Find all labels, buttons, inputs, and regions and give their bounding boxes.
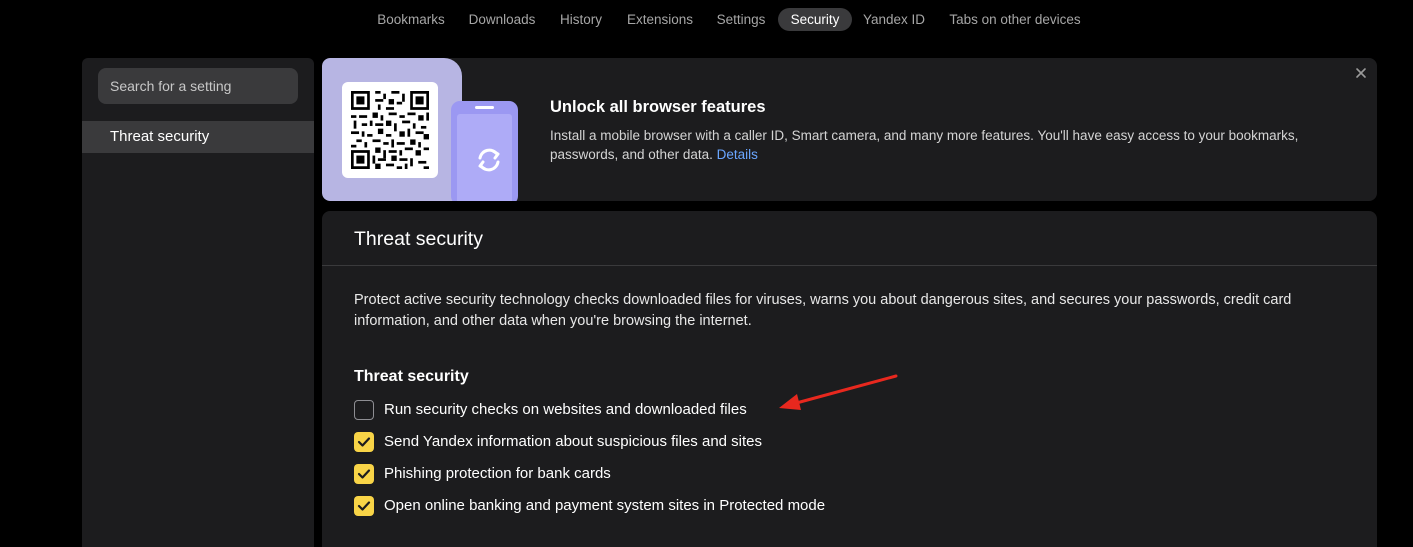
- top-navigation: Bookmarks Downloads History Extensions S…: [0, 8, 1413, 32]
- banner-description: Install a mobile browser with a caller I…: [550, 126, 1340, 164]
- sidebar-item-threat-security[interactable]: Threat security: [82, 121, 314, 153]
- checkbox-checked[interactable]: [354, 464, 374, 484]
- banner-text: Install a mobile browser with a caller I…: [550, 128, 1299, 162]
- tab-security[interactable]: Security: [778, 8, 852, 31]
- banner-title: Unlock all browser features: [550, 98, 766, 116]
- tab-extensions[interactable]: Extensions: [620, 8, 700, 31]
- checkmark-icon: [357, 501, 371, 511]
- checkbox-checked[interactable]: [354, 432, 374, 452]
- section-title: Threat security: [354, 368, 469, 385]
- banner-illustration: [322, 58, 462, 201]
- option-label: Send Yandex information about suspicious…: [384, 433, 763, 450]
- divider: [322, 265, 1377, 266]
- page-title: Threat security: [354, 228, 483, 250]
- sync-icon: [478, 148, 500, 172]
- tab-bookmarks[interactable]: Bookmarks: [371, 8, 451, 31]
- option-send-yandex-info[interactable]: Send Yandex information about suspicious…: [354, 432, 1054, 452]
- checkbox-unchecked[interactable]: [354, 400, 374, 420]
- checkmark-icon: [357, 469, 371, 479]
- red-arrow-icon: [779, 374, 898, 410]
- sidebar: Threat security: [82, 58, 314, 547]
- phone-screen: [457, 114, 512, 201]
- tab-settings[interactable]: Settings: [710, 8, 772, 31]
- panel-description: Protect active security technology check…: [354, 292, 1292, 329]
- close-icon[interactable]: [1354, 66, 1368, 80]
- tab-downloads[interactable]: Downloads: [462, 8, 542, 31]
- option-protected-mode[interactable]: Open online banking and payment system s…: [354, 496, 1054, 516]
- option-label: Phishing protection for bank cards: [384, 465, 611, 482]
- option-label: Run security checks on websites and down…: [384, 401, 747, 418]
- tab-yandex-id[interactable]: Yandex ID: [858, 8, 930, 31]
- tab-history[interactable]: History: [553, 8, 609, 31]
- phone-notch: [475, 106, 494, 109]
- option-run-security-checks[interactable]: Run security checks on websites and down…: [354, 400, 1054, 420]
- promo-banner: Unlock all browser features Install a mo…: [322, 58, 1377, 201]
- qr-code-icon: [342, 82, 438, 178]
- checkbox-checked[interactable]: [354, 496, 374, 516]
- option-phishing-protection[interactable]: Phishing protection for bank cards: [354, 464, 1054, 484]
- checkmark-icon: [357, 437, 371, 447]
- search-input[interactable]: [98, 68, 298, 104]
- phone-icon: [451, 101, 518, 201]
- option-label: Open online banking and payment system s…: [384, 497, 826, 514]
- tab-other-devices[interactable]: Tabs on other devices: [942, 8, 1088, 31]
- details-link[interactable]: Details: [717, 147, 758, 162]
